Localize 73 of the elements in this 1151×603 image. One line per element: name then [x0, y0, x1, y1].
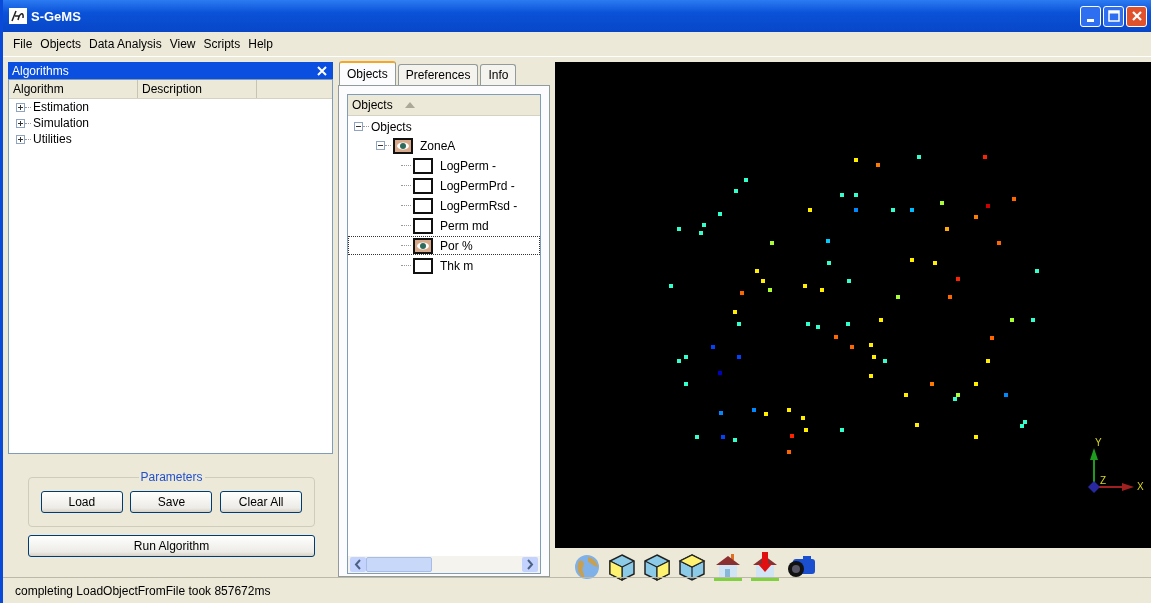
sort-arrow-icon: [404, 102, 415, 108]
property-row[interactable]: LogPermPrd -: [348, 176, 540, 195]
menu-item[interactable]: Objects: [39, 37, 83, 51]
property-label: LogPerm -: [440, 158, 497, 173]
close-icon[interactable]: [317, 65, 327, 76]
property-row[interactable]: LogPerm -: [348, 156, 540, 175]
column-header[interactable]: Algorithm: [9, 80, 138, 98]
expand-icon[interactable]: [16, 134, 25, 144]
scroll-right-icon[interactable]: [522, 557, 538, 572]
tab[interactable]: Preferences: [397, 64, 479, 85]
axis-label: Z: [1100, 475, 1107, 486]
parameter-button[interactable]: Clear All: [220, 491, 303, 513]
tree-item[interactable]: Simulation: [33, 116, 90, 130]
property-row[interactable]: LogPermRsd -: [348, 196, 540, 215]
house-icon[interactable]: [713, 552, 743, 582]
property-row[interactable]: Perm md: [348, 216, 540, 235]
tree-item[interactable]: Objects: [371, 119, 412, 134]
checkbox[interactable]: [413, 257, 433, 274]
cube-icon[interactable]: [643, 553, 671, 581]
menu-item[interactable]: View: [168, 37, 197, 51]
maximize-icon: [1107, 10, 1120, 22]
property-label: Perm md: [440, 218, 489, 233]
parameter-button[interactable]: Load: [40, 491, 123, 513]
parameter-button[interactable]: Save: [130, 491, 213, 513]
minimize-icon: [1087, 18, 1094, 22]
property-label: LogPermRsd -: [440, 198, 518, 213]
maximize-button[interactable]: [1103, 5, 1124, 27]
checkbox[interactable]: [413, 177, 433, 194]
house-with-arrow-icon[interactable]: [750, 552, 780, 582]
expand-icon[interactable]: [16, 102, 25, 112]
horizontal-scrollbar[interactable]: [348, 556, 540, 573]
checkbox[interactable]: [413, 197, 433, 214]
tab[interactable]: Info: [480, 64, 517, 85]
column-header[interactable]: Objects: [352, 98, 393, 112]
cube-icon[interactable]: [608, 553, 636, 581]
panel-title: Algorithms: [12, 63, 69, 78]
column-header[interactable]: Description: [138, 80, 257, 98]
axis-label: X: [1137, 481, 1144, 492]
eye-icon[interactable]: [393, 137, 413, 154]
menu-item[interactable]: Data Analysis: [88, 37, 163, 51]
group-title: Parameters: [138, 470, 205, 484]
tree-item[interactable]: ZoneA: [420, 138, 456, 153]
axes-drawing: [1088, 448, 1134, 493]
close-button[interactable]: [1126, 5, 1147, 27]
menu-item[interactable]: Scripts: [202, 37, 242, 51]
property-row[interactable]: Thk m: [348, 256, 540, 275]
scroll-thumb[interactable]: [366, 557, 432, 572]
camera-icon[interactable]: [787, 554, 817, 580]
property-label: Thk m: [440, 258, 474, 273]
property-row[interactable]: Por %: [348, 236, 540, 255]
3d-viewport[interactable]: Y Z X: [555, 62, 1151, 548]
checkbox[interactable]: [413, 217, 433, 234]
tree-item[interactable]: Utilities: [33, 132, 72, 146]
tree-item[interactable]: Estimation: [33, 100, 90, 114]
property-label: Por %: [440, 238, 473, 253]
eye-icon[interactable]: [413, 237, 433, 254]
window-title: S-GeMS: [31, 8, 82, 24]
cube-icon[interactable]: [678, 553, 706, 581]
property-label: LogPermPrd -: [440, 178, 515, 193]
tab[interactable]: Objects: [339, 61, 396, 85]
axis-label: Y: [1095, 437, 1102, 448]
status-text: completing LoadObjectFromFile took 857672ms: [15, 583, 271, 598]
menu-item[interactable]: Help: [247, 37, 274, 51]
run-algorithm-button[interactable]: Run Algorithm: [28, 535, 315, 557]
collapse-icon[interactable]: [354, 122, 363, 131]
collapse-icon[interactable]: [376, 141, 385, 150]
app-logo-icon: [9, 8, 27, 24]
close-icon: [1130, 10, 1143, 22]
checkbox[interactable]: [413, 157, 433, 174]
menu-item[interactable]: File: [12, 37, 34, 51]
scroll-left-icon[interactable]: [350, 557, 366, 572]
minimize-button[interactable]: [1080, 5, 1101, 27]
expand-icon[interactable]: [16, 118, 25, 128]
